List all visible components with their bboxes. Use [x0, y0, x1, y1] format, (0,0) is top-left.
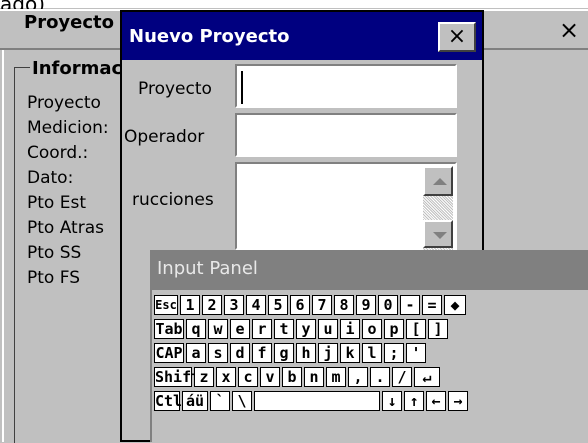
- key-esc[interactable]: Esc: [154, 295, 178, 315]
- key-right-bracket[interactable]: ]: [428, 319, 448, 339]
- key-i[interactable]: i: [340, 319, 360, 339]
- scroll-down-arrow-icon: [433, 232, 447, 239]
- key-u[interactable]: u: [318, 319, 338, 339]
- key-d[interactable]: d: [230, 343, 250, 363]
- proyecto-input[interactable]: [235, 64, 457, 108]
- key-8[interactable]: 8: [334, 295, 354, 315]
- soft-keyboard: Esc 1 2 3 4 5 6 7 8 9 0 - = ◆ Tab q w e …: [152, 290, 588, 442]
- key-e[interactable]: e: [230, 319, 250, 339]
- scroll-up-button[interactable]: [423, 166, 453, 196]
- key-arrow-down[interactable]: ↓: [382, 391, 402, 411]
- scroll-down-button[interactable]: [423, 220, 453, 248]
- label-medicion: Medicion:: [27, 118, 109, 138]
- key-left-bracket[interactable]: [: [406, 319, 426, 339]
- key-period[interactable]: .: [370, 367, 390, 387]
- key-space[interactable]: [254, 391, 380, 411]
- key-arrow-up[interactable]: ↑: [404, 391, 424, 411]
- key-g[interactable]: g: [274, 343, 294, 363]
- key-backtick[interactable]: `: [210, 391, 230, 411]
- label-coord: Coord.:: [27, 143, 89, 163]
- key-r[interactable]: r: [252, 319, 272, 339]
- label-proyecto: Proyecto: [27, 93, 101, 113]
- background-divider: [2, 50, 4, 442]
- background-strip: [0, 0, 588, 8]
- key-j[interactable]: j: [318, 343, 338, 363]
- key-n[interactable]: n: [304, 367, 324, 387]
- key-0[interactable]: 0: [378, 295, 398, 315]
- key-h[interactable]: h: [296, 343, 316, 363]
- key-equals[interactable]: =: [422, 295, 442, 315]
- key-y[interactable]: y: [296, 319, 316, 339]
- label-pto-atras: Pto Atras: [27, 218, 104, 238]
- key-comma[interactable]: ,: [348, 367, 368, 387]
- key-5[interactable]: 5: [268, 295, 288, 315]
- key-9[interactable]: 9: [356, 295, 376, 315]
- key-shift[interactable]: Shift: [154, 367, 200, 387]
- key-enter[interactable]: ↵: [414, 367, 440, 387]
- dialog-close-button[interactable]: ×: [438, 22, 476, 52]
- key-f[interactable]: f: [252, 343, 272, 363]
- operador-label: Operador: [124, 127, 205, 147]
- key-3[interactable]: 3: [224, 295, 244, 315]
- label-pto-ss: Pto SS: [27, 243, 82, 263]
- key-backslash[interactable]: \: [232, 391, 252, 411]
- operador-input[interactable]: [235, 113, 457, 157]
- key-international[interactable]: áü: [182, 391, 208, 411]
- informacion-group-title: Informac: [30, 58, 125, 79]
- key-backspace[interactable]: ◆: [444, 295, 466, 315]
- key-a[interactable]: a: [186, 343, 206, 363]
- instrucciones-label: rucciones: [132, 190, 214, 210]
- key-6[interactable]: 6: [290, 295, 310, 315]
- background-window-title: Proyecto: [24, 12, 115, 33]
- key-l[interactable]: l: [362, 343, 382, 363]
- dialog-title: Nuevo Proyecto: [129, 26, 290, 47]
- key-arrow-right[interactable]: →: [448, 391, 468, 411]
- label-pto-fs: Pto FS: [27, 268, 80, 288]
- key-x[interactable]: x: [216, 367, 236, 387]
- key-slash[interactable]: /: [392, 367, 412, 387]
- key-7[interactable]: 7: [312, 295, 332, 315]
- key-tab[interactable]: Tab: [154, 319, 184, 339]
- key-4[interactable]: 4: [246, 295, 266, 315]
- key-z[interactable]: z: [194, 367, 214, 387]
- key-c[interactable]: c: [238, 367, 258, 387]
- label-pto-est: Pto Est: [27, 193, 86, 213]
- key-w[interactable]: w: [208, 319, 228, 339]
- key-m[interactable]: m: [326, 367, 346, 387]
- background-close-button[interactable]: ×: [554, 14, 584, 46]
- key-caps[interactable]: CAP: [154, 343, 184, 363]
- key-apostrophe[interactable]: ': [406, 343, 426, 363]
- key-1[interactable]: 1: [180, 295, 200, 315]
- key-q[interactable]: q: [186, 319, 206, 339]
- key-t[interactable]: t: [274, 319, 294, 339]
- key-arrow-left[interactable]: ←: [426, 391, 446, 411]
- scroll-up-arrow-icon: [433, 178, 447, 185]
- input-panel-title: Input Panel: [157, 258, 258, 279]
- key-minus[interactable]: -: [400, 295, 420, 315]
- key-v[interactable]: v: [260, 367, 280, 387]
- proyecto-label: Proyecto: [138, 79, 212, 99]
- key-ctrl[interactable]: Ctl: [154, 391, 182, 411]
- key-s[interactable]: s: [208, 343, 228, 363]
- key-o[interactable]: o: [362, 319, 382, 339]
- key-semicolon[interactable]: ;: [384, 343, 404, 363]
- key-p[interactable]: p: [384, 319, 404, 339]
- key-k[interactable]: k: [340, 343, 360, 363]
- key-2[interactable]: 2: [202, 295, 222, 315]
- key-b[interactable]: b: [282, 367, 302, 387]
- label-dato: Dato:: [27, 168, 74, 188]
- text-caret: [241, 71, 243, 104]
